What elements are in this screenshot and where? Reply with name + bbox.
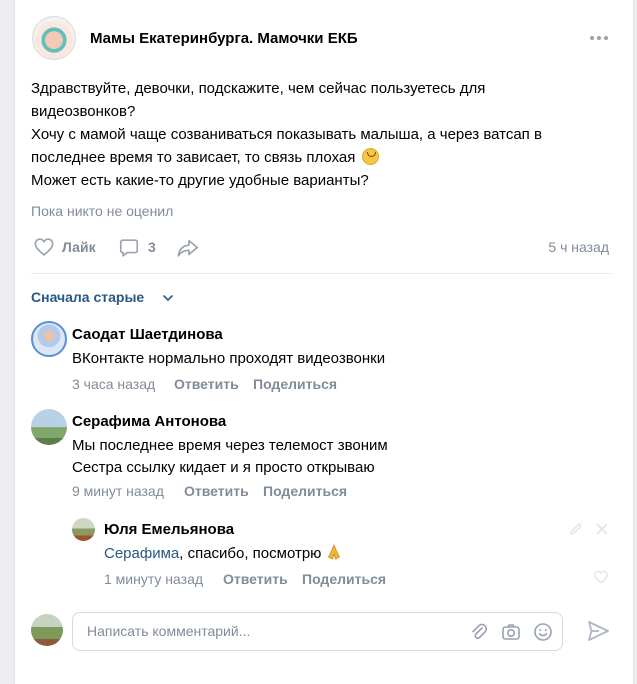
- comment-time[interactable]: 9 минут назад: [72, 483, 164, 499]
- post-text-line-content: последнее время то зависает, то связь пл…: [31, 149, 356, 166]
- camera-icon[interactable]: [501, 622, 521, 642]
- group-avatar[interactable]: [32, 16, 76, 60]
- post-text: Здравствуйте, девочки, подскажите, чем с…: [31, 77, 621, 192]
- comment-author[interactable]: Серафима Антонова: [72, 413, 226, 430]
- reply-text: Серафима, спасибо, посмотрю: [104, 543, 342, 565]
- edit-icon[interactable]: [568, 521, 584, 537]
- comment-author[interactable]: Юля Емельянова: [104, 521, 234, 538]
- post-text-line: Может есть какие-то другие удобные вариа…: [31, 172, 369, 189]
- heart-icon[interactable]: [593, 569, 609, 585]
- post-time[interactable]: 5 ч назад: [548, 239, 609, 255]
- close-icon[interactable]: [594, 521, 610, 537]
- comments-sort-dropdown[interactable]: Сначала старые: [31, 289, 144, 305]
- comment-text-line: Сестра ссылку кидает и я просто открываю: [72, 459, 375, 476]
- post-card: Мамы Екатеринбурга. Мамочки ЕКБ Здравств…: [14, 0, 634, 684]
- share-icon[interactable]: [176, 237, 200, 259]
- comment-input-placeholder: Написать комментарий...: [87, 623, 251, 639]
- divider: [31, 273, 611, 274]
- paperclip-icon[interactable]: [469, 622, 489, 642]
- upside-down-face-icon: [361, 148, 379, 165]
- comment-count[interactable]: 3: [148, 239, 156, 255]
- comment-input[interactable]: Написать комментарий...: [72, 612, 563, 651]
- post-text-line: видеозвонков?: [31, 103, 136, 120]
- smile-icon[interactable]: [533, 622, 553, 642]
- reply-button[interactable]: Ответить: [174, 376, 239, 392]
- reply-button[interactable]: Ответить: [184, 483, 249, 499]
- share-button[interactable]: Поделиться: [263, 483, 347, 499]
- current-user-avatar[interactable]: [31, 614, 63, 646]
- post-text-line: Хочу с мамой чаще созваниваться показыва…: [31, 126, 542, 143]
- avatar[interactable]: [31, 321, 67, 357]
- group-name[interactable]: Мамы Екатеринбурга. Мамочки ЕКБ: [90, 30, 358, 47]
- post-text-line: последнее время то зависает, то связь пл…: [31, 146, 621, 169]
- comment-text: Мы последнее время через телемост звоним…: [72, 435, 388, 479]
- comment-text-line: Мы последнее время через телемост звоним: [72, 437, 388, 454]
- share-button[interactable]: Поделиться: [302, 571, 386, 587]
- send-icon[interactable]: [586, 619, 610, 643]
- chevron-down-icon[interactable]: [162, 292, 174, 304]
- post-text-line: Здравствуйте, девочки, подскажите, чем с…: [31, 80, 486, 97]
- comment-text: ВКонтакте нормально проходят видеозвонки: [72, 350, 386, 367]
- comment-time[interactable]: 1 минуту назад: [104, 571, 203, 587]
- reply-text-content: , спасибо, посмотрю: [179, 545, 322, 562]
- more-options-icon[interactable]: [588, 30, 610, 46]
- mention-link[interactable]: Серафима: [104, 545, 179, 562]
- like-button-label[interactable]: Лайк: [62, 239, 96, 255]
- avatar[interactable]: [72, 518, 95, 541]
- avatar[interactable]: [31, 409, 67, 445]
- comment-icon[interactable]: [118, 237, 140, 259]
- share-button[interactable]: Поделиться: [253, 376, 337, 392]
- comment-author[interactable]: Саодат Шаетдинова: [72, 326, 223, 343]
- no-rating-text: Пока никто не оценил: [31, 203, 174, 219]
- heart-icon[interactable]: [33, 236, 55, 258]
- comment-time[interactable]: 3 часа назад: [72, 376, 155, 392]
- folded-hands-icon: [327, 544, 340, 560]
- reply-button[interactable]: Ответить: [223, 571, 288, 587]
